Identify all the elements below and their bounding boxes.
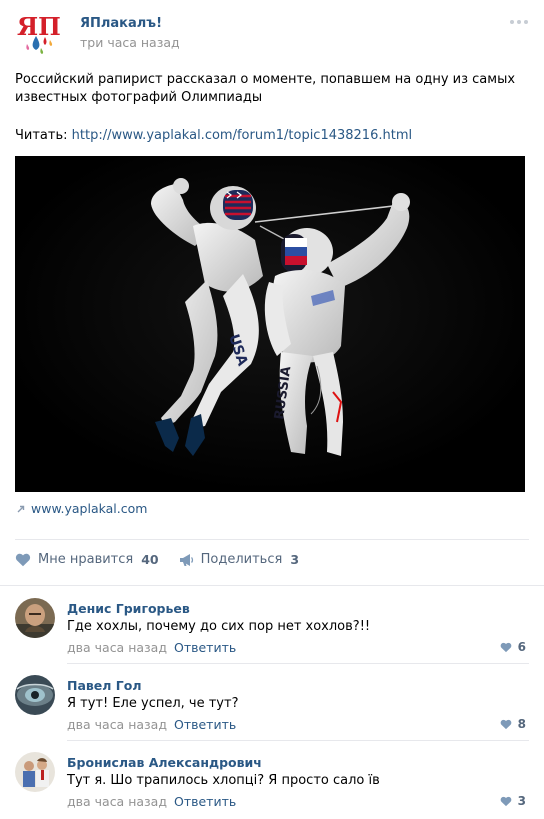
post-card: ЯП ЯПлакалъ! три часа назад Российский р…: [0, 0, 544, 819]
post-photo[interactable]: USA RUSSIA: [15, 156, 525, 492]
comment-time[interactable]: два часа назад: [67, 640, 167, 655]
comment-like-count: 6: [517, 640, 526, 654]
read-link[interactable]: http://www.yaplakal.com/forum1/topic1438…: [72, 128, 412, 143]
source-link[interactable]: www.yaplakal.com: [17, 501, 147, 516]
post-text: Российский рапирист рассказал о моменте,…: [15, 72, 516, 105]
comment-author[interactable]: Павел Гол: [67, 678, 142, 693]
comment-like-button[interactable]: 6: [500, 640, 526, 654]
group-name-link[interactable]: ЯПлакалъ!: [80, 16, 162, 31]
comment-text: Тут я. Шо трапилось хлопцi? Я просто сал…: [67, 773, 380, 788]
like-count: 40: [141, 552, 159, 567]
heart-icon: [500, 719, 511, 729]
comment-text: Где хохлы, почему до сих пор нет хохлов?…: [67, 619, 371, 634]
comment-like-button[interactable]: 8: [500, 717, 526, 731]
comment-text: Я тут! Еле успел, че тут?: [67, 696, 239, 711]
heart-icon: [15, 553, 31, 566]
comment-like-count: 3: [517, 794, 526, 808]
comment-meta: два часа назад Ответить: [67, 794, 236, 809]
external-link-icon: [17, 505, 25, 513]
read-line: Читать: http://www.yaplakal.com/forum1/t…: [15, 127, 412, 145]
divider: [15, 539, 529, 540]
avatar[interactable]: [15, 675, 55, 715]
comment-time[interactable]: два часа назад: [67, 794, 167, 809]
comment-meta: два часа назад Ответить: [67, 717, 236, 732]
avatar[interactable]: [15, 752, 55, 792]
divider: [67, 740, 529, 741]
comment-author[interactable]: Бронислав Александрович: [67, 755, 262, 770]
share-label: Поделиться: [200, 552, 283, 567]
comment: Денис Григорьев Где хохлы, почему до сих…: [0, 588, 544, 664]
megaphone-icon: [179, 553, 193, 566]
avatar[interactable]: [15, 598, 55, 638]
like-button[interactable]: Мне нравится 40: [15, 552, 159, 567]
source-link-label: www.yaplakal.com: [31, 501, 148, 516]
share-count: 3: [290, 552, 300, 567]
group-logo[interactable]: ЯП: [15, 10, 65, 60]
comment-meta: два часа назад Ответить: [67, 640, 236, 655]
reply-button[interactable]: Ответить: [174, 640, 236, 655]
comment: Бронислав Александрович Тут я. Шо трапил…: [0, 742, 544, 818]
reply-button[interactable]: Ответить: [174, 794, 236, 809]
heart-icon: [500, 642, 511, 652]
share-button[interactable]: Поделиться 3: [179, 552, 299, 567]
comment-author[interactable]: Денис Григорьев: [67, 601, 190, 616]
post-time[interactable]: три часа назад: [80, 35, 180, 50]
post-actions: Мне нравится 40 Поделиться 3: [15, 552, 319, 567]
reply-button[interactable]: Ответить: [174, 717, 236, 732]
more-icon[interactable]: [510, 20, 528, 24]
comment-like-count: 8: [517, 717, 526, 731]
like-label: Мне нравится: [38, 552, 134, 567]
divider: [67, 663, 529, 664]
logo-text: ЯП: [17, 12, 61, 41]
heart-icon: [500, 796, 511, 806]
divider: [0, 585, 544, 586]
comment-time[interactable]: два часа назад: [67, 717, 167, 732]
comment: Павел Гол Я тут! Еле успел, че тут? два …: [0, 665, 544, 741]
comment-like-button[interactable]: 3: [500, 794, 526, 808]
read-prefix: Читать:: [15, 128, 72, 143]
